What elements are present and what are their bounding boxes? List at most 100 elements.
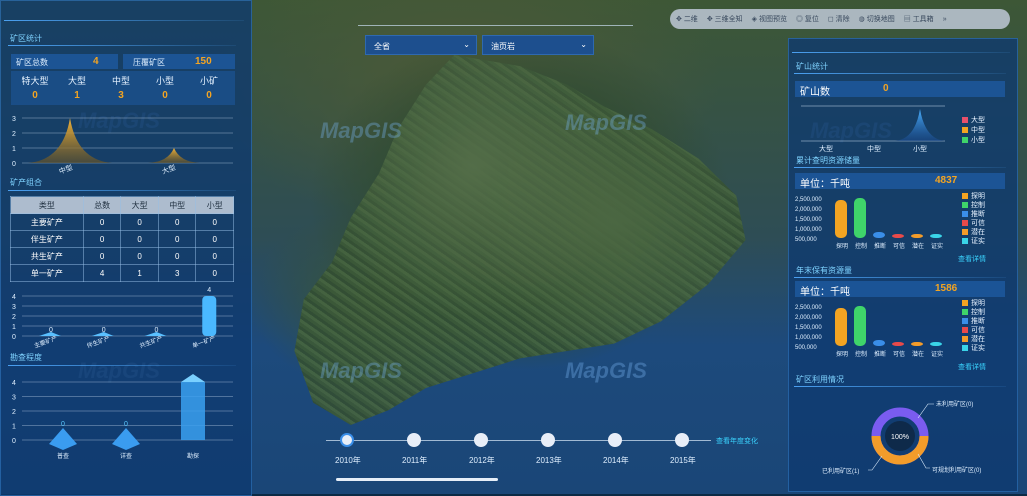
y-tick: 2: [12, 131, 16, 138]
y-tick: 1,000,000: [795, 335, 822, 341]
section-divider: [8, 365, 236, 366]
timeline-node[interactable]: [340, 433, 354, 447]
scroll-indicator[interactable]: [336, 478, 498, 481]
toolbar-more-button[interactable]: »: [943, 16, 947, 23]
bar: [854, 198, 866, 238]
table-cell: 0: [157, 230, 197, 248]
timeline-node[interactable]: [474, 433, 488, 447]
bar: [892, 342, 904, 346]
bar: [835, 200, 847, 238]
table-header: 小型: [195, 196, 234, 214]
toolbar-tools-button[interactable]: ▤ 工具箱: [904, 14, 934, 24]
donut-label: 未利用矿区(0): [936, 400, 973, 408]
size-value: 0: [32, 90, 38, 101]
timeline-year[interactable]: 2014年: [603, 455, 629, 466]
legend-item: 证实: [962, 343, 985, 353]
toolbar-clear-button[interactable]: ◻ 清除: [828, 14, 850, 24]
stat-label: 矿区总数: [16, 58, 48, 67]
x-label: 大型: [161, 163, 177, 176]
y-tick: 0: [12, 161, 16, 168]
toolbar-2d-button[interactable]: ✥ 二维: [676, 14, 698, 24]
table-cell: 共生矿产: [10, 247, 84, 265]
timeline-year[interactable]: 2015年: [670, 455, 696, 466]
reserve-bar-chart: 2,500,000 2,000,000 1,500,000 1,000,000 500,…: [795, 197, 943, 250]
x-label: 普查: [57, 452, 69, 460]
x-label: 推断: [874, 350, 886, 358]
section-divider: [794, 73, 1006, 74]
size-value: 0: [162, 90, 168, 101]
table-cell: 1: [120, 264, 159, 282]
bar: [892, 234, 904, 238]
remaining-bar-chart: 2,500,000 2,000,000 1,500,000 1,000,000 500,…: [795, 305, 943, 358]
bar-value-label: 4: [207, 287, 211, 294]
watermark: MapGIS: [565, 110, 647, 135]
timeline-year[interactable]: 2011年: [402, 455, 427, 466]
x-label: 探明: [836, 350, 848, 358]
timeline-node[interactable]: [608, 433, 622, 447]
timeline-node[interactable]: [675, 433, 689, 447]
toolbar-reset-button[interactable]: ◎ 复位: [796, 14, 819, 24]
table-cell: 0: [82, 247, 122, 265]
x-label: 小型: [913, 144, 927, 153]
region-select-value: 全省: [374, 42, 390, 51]
x-label: 伴生矿产: [86, 334, 111, 350]
x-label: 证实: [931, 242, 943, 250]
donut-label: 已利用矿区(1): [822, 467, 859, 475]
y-tick: 1: [12, 146, 16, 153]
mine-count-value: 0: [883, 83, 889, 94]
timeline-node[interactable]: [407, 433, 421, 447]
donut-center-label: 100%: [891, 434, 909, 441]
x-label: 主要矿产: [33, 334, 58, 350]
timeline-label[interactable]: 查看年度变化: [716, 436, 758, 446]
y-tick: 2: [12, 409, 16, 416]
bar: [911, 342, 923, 346]
y-tick: 2,500,000: [795, 197, 822, 203]
bar-value-label: 0: [124, 421, 128, 428]
bar-cap: [181, 374, 205, 382]
stat-box-total: 矿区总数 4: [11, 54, 118, 69]
bar: [873, 340, 885, 346]
chevron-down-icon: ⌄: [580, 40, 587, 49]
table-cell: 0: [195, 213, 234, 231]
y-tick: 1: [12, 424, 16, 431]
area-peak: [28, 118, 112, 163]
y-tick: 0: [12, 334, 16, 341]
bar: [911, 234, 923, 238]
x-label: 证实: [931, 350, 943, 358]
timeline-year[interactable]: 2012年: [469, 455, 495, 466]
table-row: 共生矿产 0 0 0 0: [10, 247, 234, 265]
y-tick: 3: [12, 116, 16, 123]
timeline-year[interactable]: 2013年: [536, 455, 562, 466]
stat-box-overlap: 压覆矿区 150: [123, 54, 235, 69]
y-tick: 3: [12, 304, 16, 311]
toolbar-3d-button[interactable]: ✥ 三维全知: [707, 14, 743, 24]
y-tick: 4: [12, 380, 16, 387]
y-tick: 2: [12, 314, 16, 321]
legend-medium: 中型: [962, 125, 985, 135]
detail-link[interactable]: 查看详情: [958, 362, 986, 372]
stat-label: 压覆矿区: [133, 58, 165, 67]
x-label: 勘探: [187, 452, 199, 460]
x-label: 可信: [893, 242, 905, 250]
timeline-node[interactable]: [541, 433, 555, 447]
size-label: 小矿: [199, 76, 218, 86]
detail-link[interactable]: 查看详情: [958, 254, 986, 264]
table-cell: 4: [82, 264, 122, 282]
bar-value-label: 0: [155, 327, 159, 334]
table-row: 主要矿产 0 0 0 0: [10, 213, 234, 231]
table-row: 单一矿产 4 1 3 0: [10, 264, 234, 282]
bar-value-label: 0: [102, 327, 106, 334]
table-header: 大型: [120, 196, 159, 214]
unit-label: 单位：千吨: [800, 287, 850, 298]
toolbar-preview-button[interactable]: ◈ 视图预览: [752, 14, 787, 24]
table-cell: 0: [157, 247, 197, 265]
section-title: 矿区统计: [10, 34, 42, 43]
y-tick: 3: [12, 395, 16, 402]
section-title: 矿区利用情况: [796, 375, 844, 384]
x-label: 控制: [855, 350, 867, 358]
toolbar-switch-map-button[interactable]: ◍ 切换地图: [859, 14, 895, 24]
timeline-year[interactable]: 2010年: [335, 455, 361, 466]
bar: [873, 232, 885, 238]
region-select[interactable]: 全省 ⌄: [365, 35, 477, 55]
mineral-select[interactable]: 油页岩 ⌄: [482, 35, 594, 55]
